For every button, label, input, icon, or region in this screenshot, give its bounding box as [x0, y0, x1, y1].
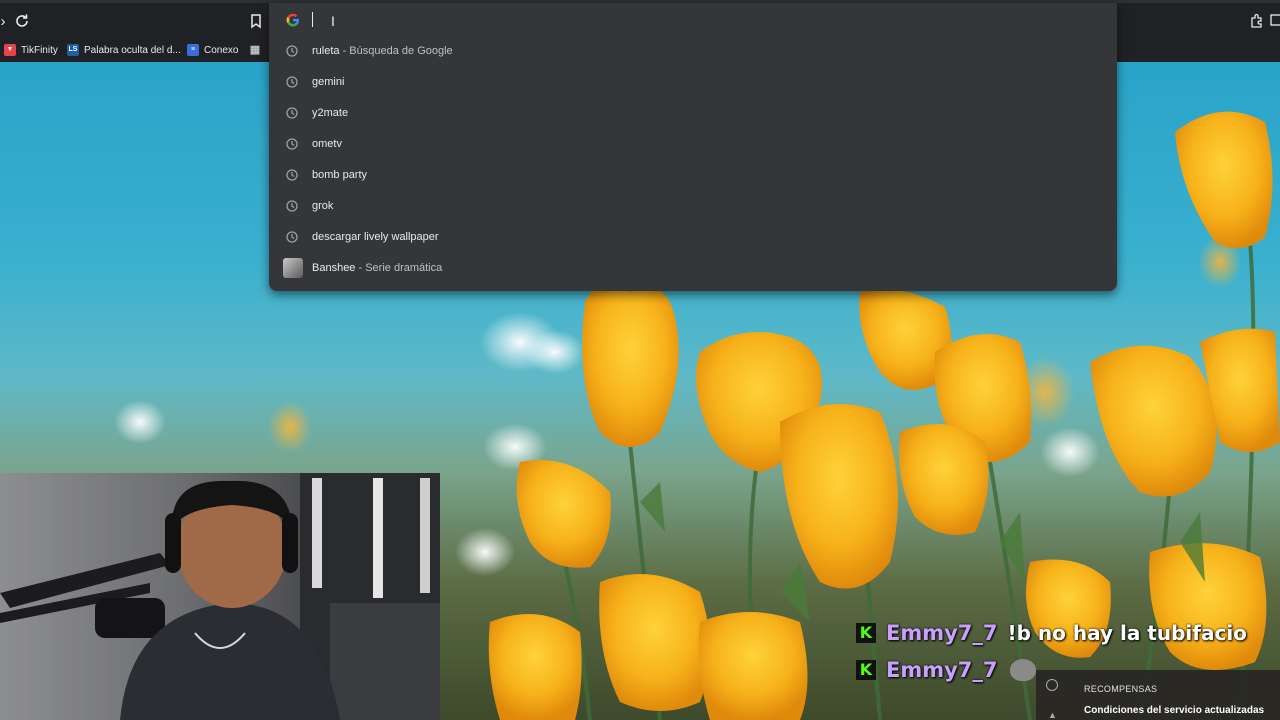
text-cursor — [312, 12, 313, 27]
grid-favicon: ▦ — [249, 44, 261, 56]
suggestion-text: descargar lively wallpaper — [312, 231, 439, 243]
tikfinity-favicon: ▼ — [4, 44, 16, 56]
suggestion-item[interactable]: gemini — [269, 67, 1117, 98]
conexo-favicon: ≡ — [187, 44, 199, 56]
chat-message-text: !b no hay la tubifacio — [1007, 621, 1247, 645]
history-icon — [285, 44, 299, 58]
kick-badge-icon: K — [856, 623, 876, 643]
screen: › ▼ TikFinity LS Palabra oculta del d...… — [0, 0, 1280, 720]
extensions-icon[interactable] — [1248, 13, 1266, 31]
suggestion-text: gemini — [312, 76, 345, 88]
suggestion-text: ometv — [312, 138, 342, 150]
history-icon — [285, 199, 299, 213]
banshee-thumbnail — [283, 258, 303, 278]
ls-favicon: LS — [67, 44, 79, 56]
omnibox-dropdown: I ruleta - Búsqueda de Google gemini y2m… — [269, 3, 1117, 291]
suggestion-item[interactable]: grok — [269, 191, 1117, 222]
google-g-icon — [285, 12, 301, 28]
suggestion-text: ruleta - Búsqueda de Google — [312, 45, 453, 57]
rewards-notification[interactable]: RECOMPENSAS ▲ Condiciones del servicio a… — [1036, 670, 1280, 720]
suggestion-item[interactable]: ometv — [269, 129, 1117, 160]
bookmark-conexo[interactable]: ≡ Conexo — [187, 41, 238, 59]
suggestion-item[interactable]: y2mate — [269, 98, 1117, 129]
chat-message: K Emmy7_7 !b no hay la tubifacio — [856, 619, 1247, 647]
warning-icon: ▲ — [1048, 710, 1057, 720]
suggestion-item[interactable]: Banshee - Serie dramática — [269, 253, 1117, 284]
notification-body: Condiciones del servicio actualizadas — [1084, 705, 1265, 716]
suggestion-item[interactable]: bomb party — [269, 160, 1117, 191]
history-icon — [285, 137, 299, 151]
reload-icon[interactable] — [13, 13, 31, 31]
streamer-webcam-image — [0, 473, 440, 720]
side-panel-icon[interactable] — [1268, 13, 1280, 31]
bookmark-palabra-oculta[interactable]: LS Palabra oculta del d... — [67, 41, 181, 59]
i-beam-cursor-icon: I — [331, 13, 335, 29]
history-icon — [285, 230, 299, 244]
suggestion-text: Banshee - Serie dramática — [312, 262, 443, 274]
suggestion-text: grok — [312, 200, 334, 212]
history-icon — [285, 106, 299, 120]
webcam-overlay — [0, 473, 440, 720]
notification-title: RECOMPENSAS — [1084, 684, 1158, 694]
suggestion-item[interactable]: descargar lively wallpaper — [269, 222, 1117, 253]
history-icon — [285, 168, 299, 182]
bookmark-label: Palabra oculta del d... — [84, 44, 181, 56]
history-icon — [285, 75, 299, 89]
suggestion-text: y2mate — [312, 107, 349, 119]
bookmark-tikfinity[interactable]: ▼ TikFinity — [4, 41, 58, 59]
bookmark-star-icon[interactable] — [247, 13, 265, 31]
bookmark-apps[interactable]: ▦ — [249, 41, 261, 59]
chat-username: Emmy7_7 — [886, 658, 998, 682]
bookmark-label: Conexo — [204, 44, 239, 56]
suggestion-text: bomb party — [312, 169, 368, 181]
cat-emote-icon — [1009, 659, 1036, 681]
address-bar-input[interactable]: I — [269, 3, 1117, 37]
location-pin-icon — [1046, 679, 1058, 691]
bookmark-label: TikFinity — [21, 44, 58, 56]
chat-username: Emmy7_7 — [886, 621, 998, 645]
forward-arrow-icon[interactable]: › — [0, 13, 12, 31]
suggestion-item[interactable]: ruleta - Búsqueda de Google — [269, 36, 1117, 67]
kick-badge-icon: K — [856, 660, 876, 680]
chat-message: K Emmy7_7 — [856, 656, 1036, 684]
